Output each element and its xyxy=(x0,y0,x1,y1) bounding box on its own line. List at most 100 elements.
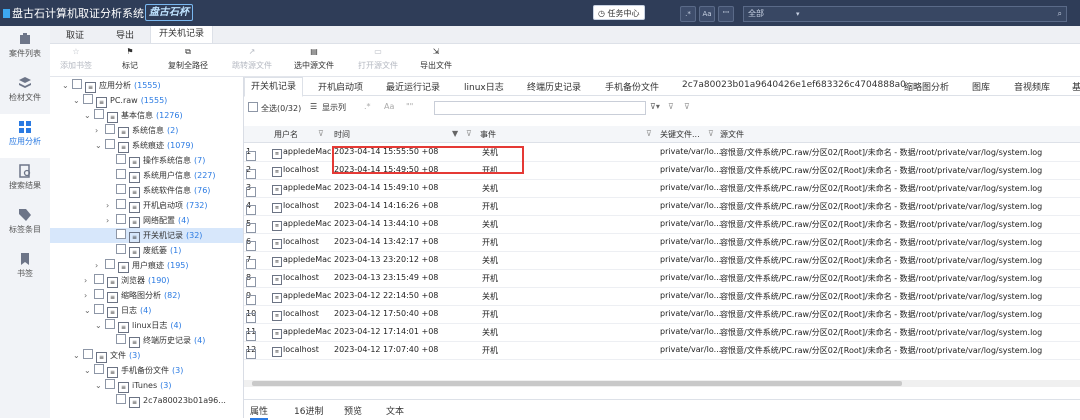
filter-reset-icon[interactable]: ⊽ xyxy=(684,102,690,111)
col-source-file[interactable]: 源文件 xyxy=(720,129,744,140)
tree-node[interactable]: › ≡ 用户痕迹 (195) xyxy=(50,258,243,273)
nav-tags[interactable]: 标签条目 xyxy=(0,202,50,246)
row-checkbox[interactable] xyxy=(246,241,256,251)
table-row[interactable]: 7 ≡ appledeMac 2023-04-13 23:20:12 +08 关机 pri… xyxy=(244,251,1080,270)
table-row[interactable]: 12 ≡ localhost 2023-04-12 17:07:40 +08 开机 pri… xyxy=(244,341,1080,360)
filter-icon[interactable]: ⊽▾ xyxy=(650,102,660,111)
checkbox[interactable] xyxy=(116,229,126,239)
result-tab[interactable]: 图库 xyxy=(972,80,990,93)
copy-path-button[interactable]: ⧉ 复制全路径 xyxy=(168,46,208,71)
checkbox[interactable] xyxy=(94,304,104,314)
word-toggle-button[interactable]: "" xyxy=(718,6,734,22)
export-file-button[interactable]: ⇲ 导出文件 xyxy=(420,46,452,71)
horizontal-scrollbar[interactable] xyxy=(244,380,1080,387)
row-checkbox[interactable] xyxy=(246,205,256,215)
table-row[interactable]: 3 ≡ appledeMac 2023-04-14 15:49:10 +08 关机 pri… xyxy=(244,179,1080,198)
tab-hex[interactable]: 16进制 xyxy=(294,404,323,417)
nav-app-analysis[interactable]: 应用分析 xyxy=(0,114,50,158)
chevron-down-icon[interactable]: ⌄ xyxy=(84,108,94,123)
scrollbar-thumb[interactable] xyxy=(252,381,902,386)
row-checkbox[interactable] xyxy=(246,187,256,197)
checkbox[interactable] xyxy=(116,184,126,194)
table-row[interactable]: 11 ≡ appledeMac 2023-04-12 17:14:01 +08 关机 pr… xyxy=(244,323,1080,342)
chevron-right-icon[interactable]: › xyxy=(95,258,105,273)
row-checkbox[interactable] xyxy=(246,259,256,269)
checkbox[interactable] xyxy=(116,169,126,179)
result-tab[interactable]: 手机备份文件 xyxy=(605,80,659,93)
row-checkbox[interactable] xyxy=(246,349,256,359)
tree-node[interactable]: ≡ 终端历史记录 (4) xyxy=(50,333,243,348)
row-checkbox[interactable] xyxy=(246,313,256,323)
filter-icon[interactable]: ⊽ xyxy=(708,129,714,138)
regex-toggle-button[interactable]: .* xyxy=(364,102,371,111)
chevron-right-icon[interactable]: › xyxy=(106,213,116,228)
col-event[interactable]: 事件 xyxy=(480,129,496,140)
tree-node[interactable]: › ≡ 网络配置 (4) xyxy=(50,213,243,228)
search-scope-input[interactable]: 全部 ▾ ⌕ xyxy=(743,6,1067,22)
checkbox[interactable] xyxy=(105,139,115,149)
checkbox[interactable] xyxy=(72,79,82,89)
nav-evidence-files[interactable]: 检材文件 xyxy=(0,70,50,114)
mark-button[interactable]: ⚑ 标记 xyxy=(122,46,138,71)
result-tab[interactable]: 缩略图分析 xyxy=(904,80,949,93)
tree-node[interactable]: ≡ 系统用户信息 (227) xyxy=(50,168,243,183)
row-checkbox[interactable] xyxy=(246,169,256,179)
checkbox[interactable] xyxy=(105,379,115,389)
chevron-down-icon[interactable]: ⌄ xyxy=(95,318,105,333)
tab-boot-records[interactable]: 开关机记录 xyxy=(150,26,214,43)
select-source-button[interactable]: ▤ 选中源文件 xyxy=(294,46,334,71)
tree-node[interactable]: ⌄ ≡ 应用分析 (1555) xyxy=(50,78,243,93)
table-row[interactable]: 9 ≡ appledeMac 2023-04-12 22:14:50 +08 关机 pri… xyxy=(244,287,1080,306)
checkbox[interactable] xyxy=(105,124,115,134)
regex-toggle-button[interactable]: .* xyxy=(680,6,696,22)
tab-export[interactable]: 导出 xyxy=(116,28,134,41)
result-tab[interactable]: 开机启动项 xyxy=(318,80,363,93)
tree-node[interactable]: ≡ 废纸篓 (1) xyxy=(50,243,243,258)
chevron-down-icon[interactable]: ⌄ xyxy=(95,378,105,393)
select-all-checkbox[interactable]: 全选(0/32) xyxy=(248,102,301,114)
checkbox[interactable] xyxy=(116,244,126,254)
table-row[interactable]: 6 ≡ localhost 2023-04-14 13:42:17 +08 开机 priv… xyxy=(244,233,1080,252)
jump-source-button[interactable]: ↗ 跳转源文件 xyxy=(232,46,272,71)
tree-node[interactable]: ⌄ ≡ iTunes (3) xyxy=(50,378,243,393)
tree-node[interactable]: ≡ 操作系统信息 (7) xyxy=(50,153,243,168)
filter-icon[interactable]: ⊽ xyxy=(318,129,324,138)
tree-node[interactable]: ⌄ ≡ 手机备份文件 (3) xyxy=(50,363,243,378)
tree-node[interactable]: ⌄ ≡ linux日志 (4) xyxy=(50,318,243,333)
case-toggle-button[interactable]: Aa xyxy=(384,102,394,111)
row-checkbox[interactable] xyxy=(246,223,256,233)
checkbox[interactable] xyxy=(116,154,126,164)
filter-clear-icon[interactable]: ⊽ xyxy=(668,102,674,111)
col-username[interactable]: 用户名 xyxy=(274,129,298,140)
show-columns-button[interactable]: 显示列 xyxy=(322,102,346,113)
tree-node[interactable]: ≡ 2c7a80023b01a96... xyxy=(50,393,243,408)
tree-node[interactable]: ⌄ ≡ 系统痕迹 (1079) xyxy=(50,138,243,153)
tree-node[interactable]: ⌄ ≡ PC.raw (1555) xyxy=(50,93,243,108)
tree-node[interactable]: › ≡ 缩略图分析 (82) xyxy=(50,288,243,303)
result-tab[interactable]: linux日志 xyxy=(464,80,504,93)
row-checkbox[interactable] xyxy=(246,295,256,305)
tree-node[interactable]: ≡ 开关机记录 (32) xyxy=(50,228,243,243)
chevron-down-icon[interactable]: ⌄ xyxy=(84,303,94,318)
chevron-down-icon[interactable]: ⌄ xyxy=(73,93,83,108)
word-toggle-button[interactable]: "" xyxy=(406,102,413,111)
tree-node[interactable]: › ≡ 开机启动项 (732) xyxy=(50,198,243,213)
add-bookmark-button[interactable]: ☆ 添加书签 xyxy=(60,46,92,71)
chevron-down-icon[interactable]: ⌄ xyxy=(73,348,83,363)
table-row[interactable]: 5 ≡ appledeMac 2023-04-14 13:44:10 +08 关机 pri… xyxy=(244,215,1080,234)
col-time[interactable]: 时间 xyxy=(334,129,350,140)
nav-case-list[interactable]: 案件列表 xyxy=(0,26,50,70)
checkbox[interactable] xyxy=(94,364,104,374)
result-tab[interactable]: 基 xyxy=(1072,80,1080,93)
row-checkbox[interactable] xyxy=(246,151,256,161)
task-center-button[interactable]: ◷ 任务中心 xyxy=(593,5,645,20)
result-tab[interactable]: 音视频库 xyxy=(1014,80,1050,93)
checkbox[interactable] xyxy=(94,109,104,119)
checkbox[interactable] xyxy=(83,94,93,104)
result-tab[interactable]: 终端历史记录 xyxy=(527,80,581,93)
chevron-right-icon[interactable]: › xyxy=(84,288,94,303)
row-checkbox[interactable] xyxy=(246,331,256,341)
nav-bookmarks[interactable]: 书签 xyxy=(0,246,50,290)
table-row[interactable]: 4 ≡ localhost 2023-04-14 14:16:26 +08 开机 priv… xyxy=(244,197,1080,216)
result-tab[interactable]: 开关机记录 xyxy=(244,77,304,97)
